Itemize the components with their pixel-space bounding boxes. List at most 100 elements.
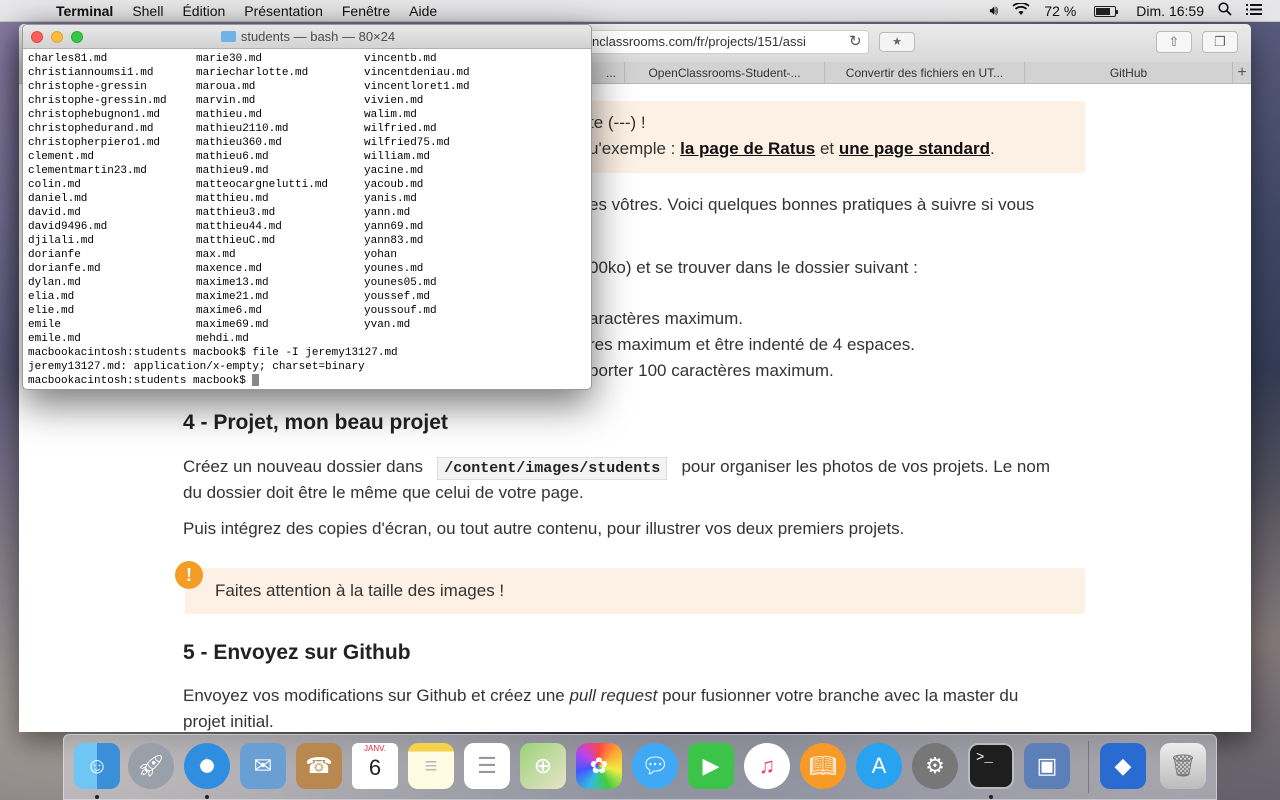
terminal-window[interactable]: students — bash — 80×24 charles81.md chri…: [22, 24, 592, 390]
terminal-output[interactable]: charles81.md christiannoumsi1.md christoph…: [23, 49, 591, 389]
url-text: nclassrooms.com/fr/projects/151/assi: [592, 34, 806, 49]
close-icon[interactable]: [31, 31, 43, 43]
launchpad-icon[interactable]: 🚀︎: [128, 743, 174, 789]
listing-column-2: marie30.md mariecharlotte.md maroua.md marv…: [196, 52, 364, 346]
file-entry: yann83.md: [364, 235, 424, 247]
file-entry: younes.md: [364, 263, 424, 275]
file-entry: mathieu360.md: [196, 137, 282, 149]
file-entry: william.md: [364, 151, 431, 163]
maps-icon[interactable]: ⊕: [520, 743, 566, 789]
virtualbox-vm-icon[interactable]: ◆: [1100, 743, 1146, 789]
terminal-app-icon[interactable]: >_: [968, 743, 1014, 789]
menu-edition[interactable]: Édition: [182, 3, 225, 19]
file-entry: charles81.md: [28, 53, 108, 65]
system-preferences-icon[interactable]: ⚙: [912, 743, 958, 789]
text-fusionner: pour fusionner votre branche avec la mas…: [657, 686, 1019, 705]
messages-icon[interactable]: 💬︎: [632, 743, 678, 789]
file-entry: dorianfe: [28, 249, 81, 261]
calendar-icon[interactable]: JANV. 6: [352, 743, 398, 789]
finder-running-dot: [95, 795, 99, 799]
address-bar[interactable]: nclassrooms.com/fr/projects/151/assi: [579, 30, 869, 54]
file-entry: maxence.md: [196, 263, 263, 275]
volume-icon[interactable]: 🔊︎: [990, 2, 999, 19]
new-tab-button[interactable]: +: [1232, 62, 1251, 84]
file-entry: walim.md: [364, 109, 417, 121]
menu-aide[interactable]: Aide: [409, 3, 437, 19]
paragraph-envoyez: Envoyez vos modifications sur Github et …: [183, 686, 1018, 706]
show-tabs-icon[interactable]: ❐: [1202, 31, 1238, 53]
reminders-icon[interactable]: ☰: [464, 743, 510, 789]
file-entry: maroua.md: [196, 81, 256, 93]
itunes-icon[interactable]: ♫: [744, 743, 790, 789]
menu-app-terminal[interactable]: Terminal: [56, 3, 113, 19]
battery-icon[interactable]: [1080, 3, 1119, 19]
file-entry: vincentdeniau.md: [364, 67, 470, 79]
clock[interactable]: Dim. 16:59: [1136, 3, 1204, 19]
share-icon[interactable]: ⇧: [1156, 31, 1192, 53]
bookmark-star-icon[interactable]: ★: [879, 32, 915, 52]
file-entry: christophe-gressin: [28, 81, 147, 93]
menu-presentation[interactable]: Présentation: [244, 3, 323, 19]
dock-separator: [1088, 741, 1089, 793]
file-entry: mathieu9.md: [196, 165, 269, 177]
text-organiser: pour organiser les photos de vos projets…: [681, 457, 1050, 476]
file-entry: wilfried75.md: [364, 137, 450, 149]
file-entry: maxime69.md: [196, 319, 269, 331]
tab-github[interactable]: GitHub: [1024, 62, 1232, 84]
minimize-icon[interactable]: [51, 31, 63, 43]
battery-percent[interactable]: 72 %: [1044, 3, 1076, 19]
paragraph-dossier-suivant: 00ko) et se trouver dans le dossier suiv…: [589, 258, 918, 277]
file-entry: christophebugnon1.md: [28, 109, 161, 121]
file-entry: djilali.md: [28, 235, 95, 247]
file-entry: yvan.md: [364, 319, 411, 331]
prompt-line[interactable]: macbookacintosh:students macbook$: [28, 374, 588, 388]
file-entry: christiannoumsi1.md: [28, 67, 154, 79]
menu-fenetre[interactable]: Fenêtre: [342, 3, 390, 19]
file-entry: matthieuC.md: [196, 235, 276, 247]
facetime-icon[interactable]: ▶: [688, 743, 734, 789]
file-entry: yann69.md: [364, 221, 424, 233]
notice-prefix: u'exemple :: [589, 139, 681, 158]
reload-icon[interactable]: ↻: [849, 32, 862, 50]
contacts-icon[interactable]: ☎: [296, 743, 342, 789]
menu-shell[interactable]: Shell: [132, 3, 163, 19]
notes-icon[interactable]: ≡: [408, 743, 454, 789]
notice-end: .: [990, 139, 995, 158]
notice-line-2: u'exemple : la page de Ratus et une page…: [589, 139, 995, 159]
link-page-ratus[interactable]: la page de Ratus: [680, 139, 815, 158]
photos-icon[interactable]: ✿: [576, 743, 622, 789]
terminal-titlebar[interactable]: students — bash — 80×24: [23, 25, 591, 49]
file-entry: elia.md: [28, 291, 75, 303]
file-entry: dylan.md: [28, 277, 81, 289]
wifi-icon[interactable]: [1012, 1, 1030, 19]
paragraph-copies-ecran: Puis intégrez des copies d'écran, ou tou…: [183, 519, 905, 538]
calendar-month: JANV.: [364, 744, 386, 753]
notice-and: et: [815, 139, 839, 158]
heading-4-projet: 4 - Projet, mon beau projet: [183, 411, 448, 434]
file-entry: clementmartin23.md: [28, 165, 147, 177]
status-area: 🔊︎ 72 % Dim. 16:59: [976, 1, 1280, 19]
file-entry: dorianfe.md: [28, 263, 101, 275]
notification-center-icon[interactable]: [1246, 3, 1262, 19]
file-entry: vincentloret1.md: [364, 81, 470, 93]
virtualbox-icon[interactable]: ▣: [1024, 743, 1070, 789]
file-entry: maxime21.md: [196, 291, 269, 303]
tab-convertir-fichiers[interactable]: Convertir des fichiers en UT...: [824, 62, 1024, 84]
tab-openclassrooms-student[interactable]: OpenClassrooms-Student-...: [624, 62, 824, 84]
safari-icon[interactable]: ✧: [184, 743, 230, 789]
trash-icon[interactable]: 🗑︎: [1160, 743, 1206, 789]
finder-icon[interactable]: ☺: [74, 743, 120, 789]
file-entry: david.md: [28, 207, 81, 219]
bullet-1: aractères maximum.: [589, 309, 743, 328]
paragraph-bonnes-pratiques: es vôtres. Voici quelques bonnes pratiqu…: [589, 195, 1035, 214]
spotlight-icon[interactable]: [1218, 2, 1232, 19]
paragraph-meme-nom: du dossier doit être le même que celui d…: [183, 483, 584, 502]
zoom-icon[interactable]: [71, 31, 83, 43]
file-entry: colin.md: [28, 179, 81, 191]
mail-icon[interactable]: ✉: [240, 743, 286, 789]
file-entry: david9496.md: [28, 221, 108, 233]
ibooks-icon[interactable]: 📖︎: [800, 743, 846, 789]
app-store-icon[interactable]: A: [856, 743, 902, 789]
bullet-2: res maximum et être indenté de 4 espaces…: [589, 335, 915, 354]
link-page-standard[interactable]: une page standard: [839, 139, 990, 158]
